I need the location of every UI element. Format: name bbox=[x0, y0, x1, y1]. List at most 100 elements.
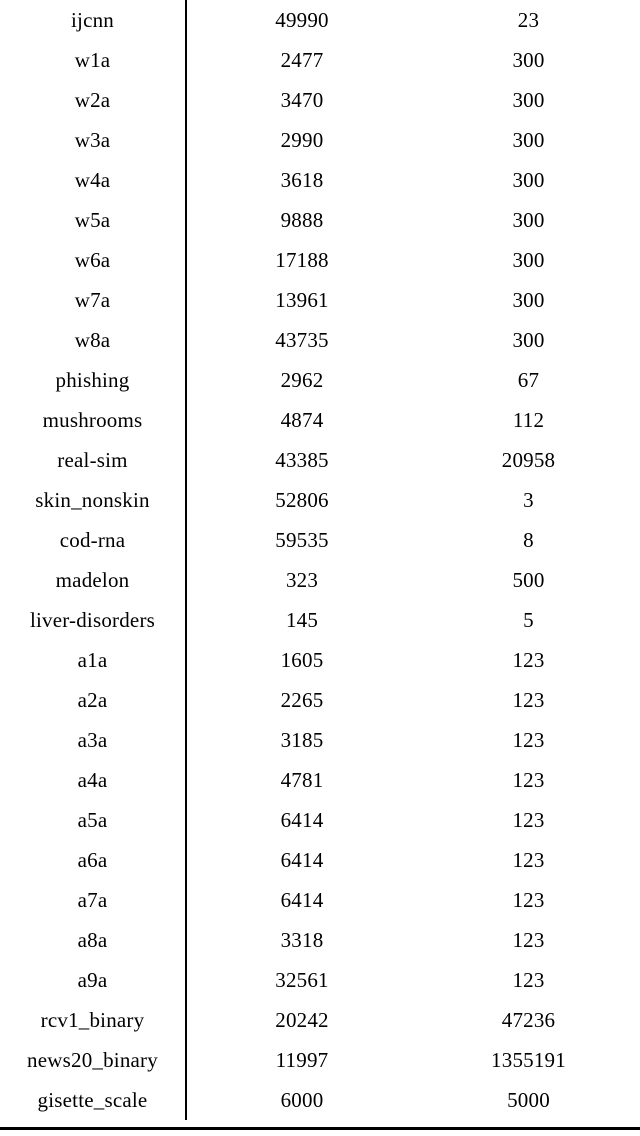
table-row: w3a 2990 300 bbox=[0, 120, 640, 160]
table-row: cod-rna 59535 8 bbox=[0, 520, 640, 560]
cell-features: 123 bbox=[512, 888, 545, 912]
table-row: a2a 2265 123 bbox=[0, 680, 640, 720]
cell-name: a2a bbox=[0, 680, 187, 720]
cell-instances: 2265 bbox=[280, 688, 324, 712]
cell-features: 112 bbox=[512, 408, 545, 432]
cell-features: 8 bbox=[523, 528, 534, 552]
table-container: ijcnn 49990 23 w1a 2477 300 w2a 3470 300 w3a 2990 3… bbox=[0, 0, 640, 1120]
cell-name: phishing bbox=[0, 360, 187, 400]
cell-features: 123 bbox=[512, 968, 545, 992]
cell-instances: 2990 bbox=[280, 128, 324, 152]
cell-instances: 145 bbox=[285, 608, 319, 632]
cell-instances: 13961 bbox=[275, 288, 329, 312]
table-row: w7a 13961 300 bbox=[0, 280, 640, 320]
table-row: news20_binary 11997 1355191 bbox=[0, 1040, 640, 1080]
cell-features: 123 bbox=[512, 728, 545, 752]
cell-instances: 1605 bbox=[280, 648, 324, 672]
cell-instances: 43385 bbox=[275, 448, 329, 472]
cell-instances: 2477 bbox=[280, 48, 324, 72]
table-row: real-sim 43385 20958 bbox=[0, 440, 640, 480]
table-row: skin_nonskin 52806 3 bbox=[0, 480, 640, 520]
cell-instances: 4781 bbox=[280, 768, 324, 792]
cell-features: 123 bbox=[512, 848, 545, 872]
cell-instances: 52806 bbox=[275, 488, 329, 512]
cell-features: 47236 bbox=[501, 1008, 556, 1032]
table-row: ijcnn 49990 23 bbox=[0, 0, 640, 40]
table-row: madelon 323 500 bbox=[0, 560, 640, 600]
cell-features: 300 bbox=[512, 48, 545, 72]
cell-name: gisette_scale bbox=[0, 1080, 187, 1120]
table-row: a8a 3318 123 bbox=[0, 920, 640, 960]
cell-features: 5 bbox=[523, 608, 534, 632]
cell-name: real-sim bbox=[0, 440, 187, 480]
table-row: w1a 2477 300 bbox=[0, 40, 640, 80]
cell-name: w1a bbox=[0, 40, 187, 80]
cell-name: a6a bbox=[0, 840, 187, 880]
table-row: w5a 9888 300 bbox=[0, 200, 640, 240]
cell-instances: 3470 bbox=[280, 88, 324, 112]
table-row: a9a 32561 123 bbox=[0, 960, 640, 1000]
table-row: w4a 3618 300 bbox=[0, 160, 640, 200]
cell-features: 20958 bbox=[501, 448, 556, 472]
cell-name: w5a bbox=[0, 200, 187, 240]
cell-features: 123 bbox=[512, 768, 545, 792]
cell-name: w3a bbox=[0, 120, 187, 160]
cell-instances: 6414 bbox=[280, 848, 324, 872]
cell-instances: 9888 bbox=[280, 208, 324, 232]
cell-instances: 43735 bbox=[275, 328, 329, 352]
cell-instances: 2962 bbox=[280, 368, 324, 392]
cell-name: a4a bbox=[0, 760, 187, 800]
table-row: a4a 4781 123 bbox=[0, 760, 640, 800]
cell-features: 123 bbox=[512, 688, 545, 712]
cell-name: cod-rna bbox=[0, 520, 187, 560]
cell-features: 3 bbox=[523, 488, 534, 512]
cell-features: 67 bbox=[517, 368, 540, 392]
cell-instances: 6000 bbox=[280, 1088, 324, 1112]
cell-instances: 6414 bbox=[280, 888, 324, 912]
cell-features: 300 bbox=[512, 88, 545, 112]
table-row: w8a 43735 300 bbox=[0, 320, 640, 360]
cell-instances: 20242 bbox=[275, 1008, 329, 1032]
table-row: liver-disorders 145 5 bbox=[0, 600, 640, 640]
cell-name: a3a bbox=[0, 720, 187, 760]
table-row: a3a 3185 123 bbox=[0, 720, 640, 760]
table-bottom-rule bbox=[0, 1127, 640, 1130]
cell-name: skin_nonskin bbox=[0, 480, 187, 520]
cell-features: 23 bbox=[517, 8, 540, 32]
table-page: ijcnn 49990 23 w1a 2477 300 w2a 3470 300 w3a 2990 3… bbox=[0, 0, 640, 1136]
table-row: mushrooms 4874 112 bbox=[0, 400, 640, 440]
cell-instances: 32561 bbox=[275, 968, 329, 992]
table-row: gisette_scale 6000 5000 bbox=[0, 1080, 640, 1120]
cell-instances: 3185 bbox=[280, 728, 324, 752]
table-row: w6a 17188 300 bbox=[0, 240, 640, 280]
cell-features: 300 bbox=[512, 288, 545, 312]
cell-features: 123 bbox=[512, 928, 545, 952]
cell-name: madelon bbox=[0, 560, 187, 600]
cell-name: ijcnn bbox=[0, 0, 187, 40]
cell-name: w7a bbox=[0, 280, 187, 320]
cell-name: mushrooms bbox=[0, 400, 187, 440]
cell-name: w6a bbox=[0, 240, 187, 280]
cell-name: liver-disorders bbox=[0, 600, 187, 640]
table-row: w2a 3470 300 bbox=[0, 80, 640, 120]
cell-features: 500 bbox=[512, 568, 545, 592]
cell-name: a1a bbox=[0, 640, 187, 680]
cell-features: 300 bbox=[512, 128, 545, 152]
cell-features: 300 bbox=[512, 208, 545, 232]
cell-name: news20_binary bbox=[0, 1040, 187, 1080]
cell-name: w8a bbox=[0, 320, 187, 360]
cell-name: rcv1_binary bbox=[0, 1000, 187, 1040]
cell-instances: 3318 bbox=[280, 928, 324, 952]
cell-name: a8a bbox=[0, 920, 187, 960]
cell-name: w2a bbox=[0, 80, 187, 120]
table-body: ijcnn 49990 23 w1a 2477 300 w2a 3470 300 w3a 2990 3… bbox=[0, 0, 640, 1120]
cell-instances: 3618 bbox=[280, 168, 324, 192]
cell-instances: 4874 bbox=[280, 408, 324, 432]
cell-features: 300 bbox=[512, 328, 545, 352]
cell-instances: 49990 bbox=[275, 8, 329, 32]
cell-instances: 17188 bbox=[275, 248, 329, 272]
cell-features: 123 bbox=[512, 808, 545, 832]
cell-name: a9a bbox=[0, 960, 187, 1000]
cell-instances: 323 bbox=[285, 568, 319, 592]
table-row: a7a 6414 123 bbox=[0, 880, 640, 920]
